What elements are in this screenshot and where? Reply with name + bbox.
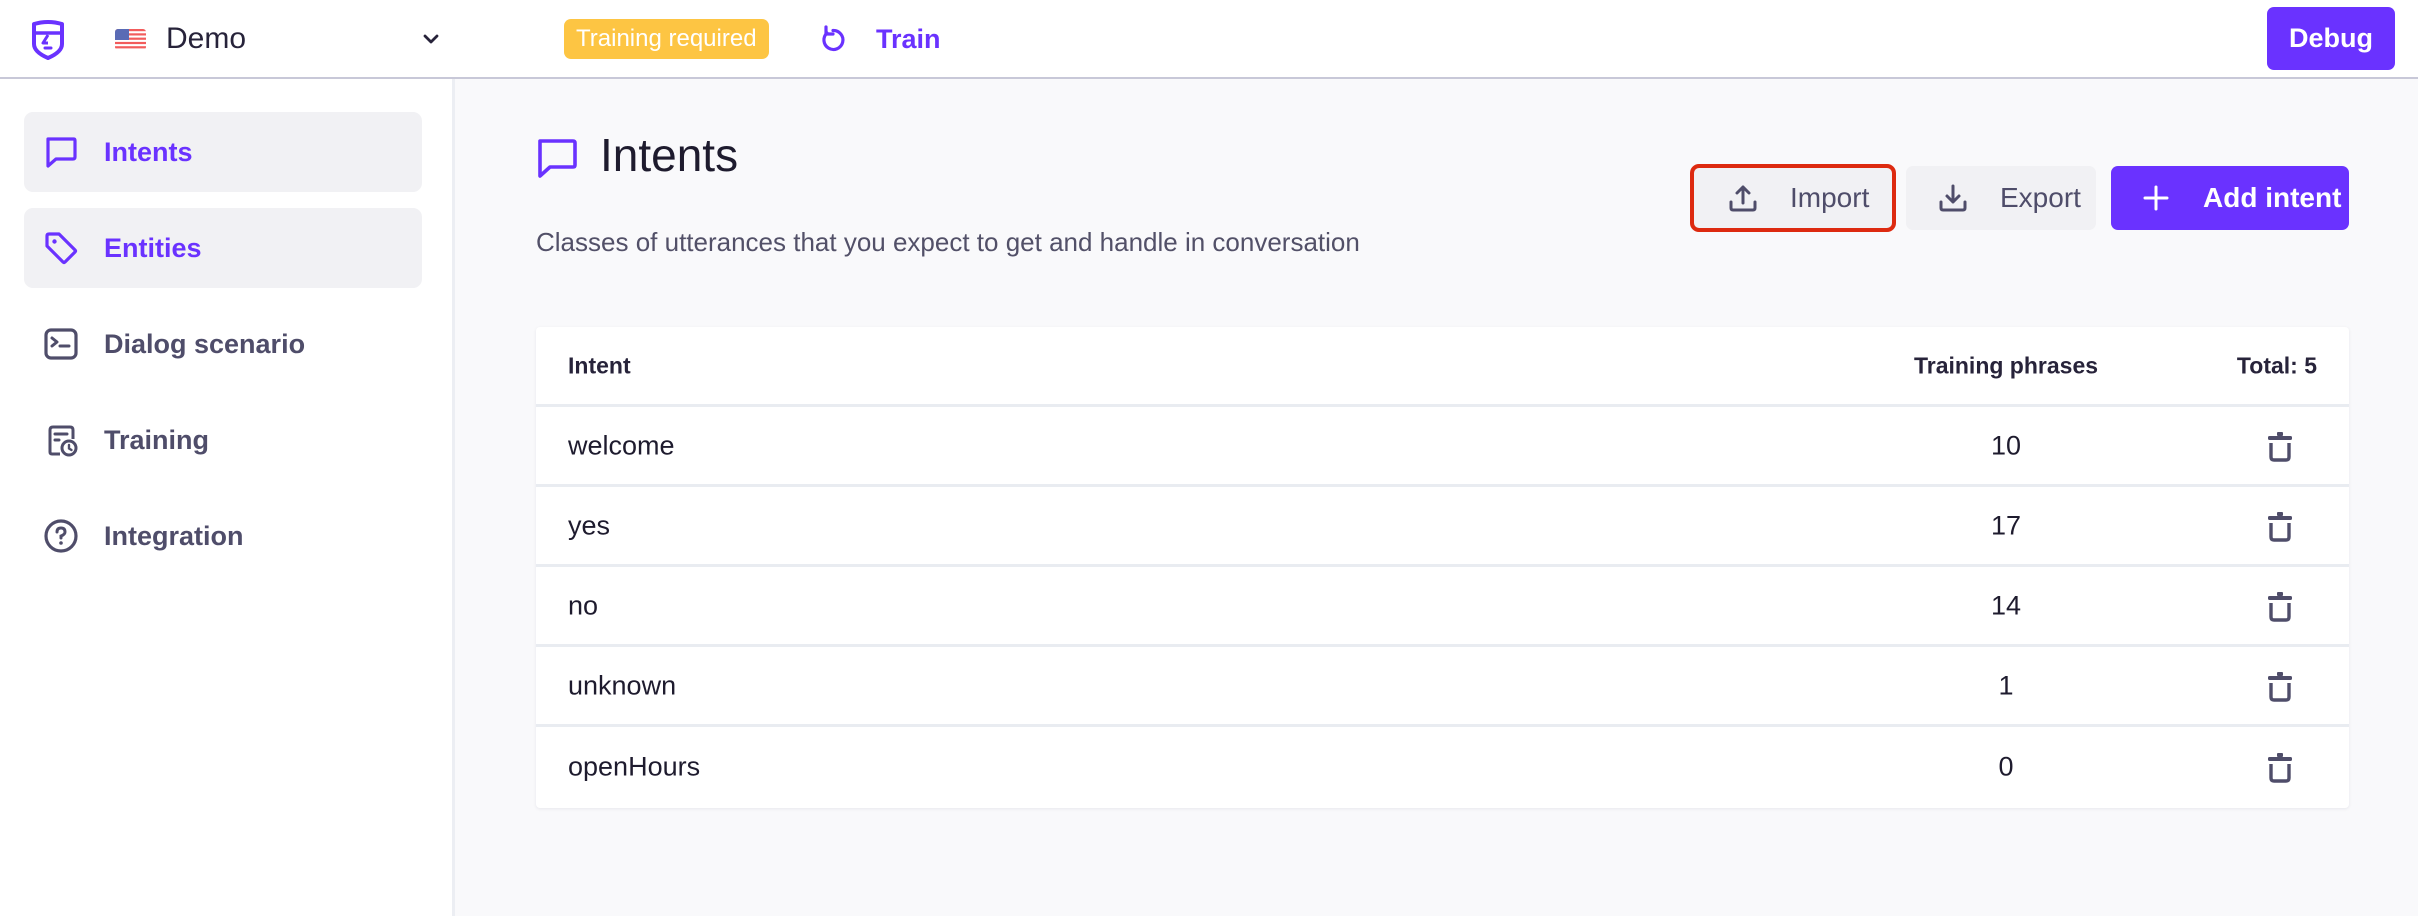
table-row[interactable]: unknown 1 [536, 647, 2349, 727]
chat-bubble-icon [538, 139, 577, 178]
training-phrases-count: 14 [1990, 590, 2022, 620]
us-flag-icon [115, 28, 146, 50]
sidebar-item-intents[interactable]: Intents [24, 112, 422, 192]
upload-icon [1729, 185, 1757, 212]
sidebar-item-entities[interactable]: Entities [24, 208, 422, 288]
column-header-intent[interactable]: Intent [568, 352, 631, 379]
download-icon [1939, 184, 1967, 212]
sidebar: Intents Entities Dialog scenario Trainin… [0, 79, 455, 916]
training-phrases-count: 0 [1998, 751, 2014, 782]
help-circle-icon [44, 519, 78, 553]
add-intent-button[interactable]: Add intent [2111, 166, 2349, 230]
training-phrases-count: 17 [1990, 510, 2022, 540]
schedule-list-icon [48, 425, 78, 457]
refresh-icon [822, 25, 845, 52]
sidebar-item-integration[interactable]: Integration [24, 496, 422, 576]
export-button[interactable]: Export [1906, 166, 2096, 230]
terminal-icon [44, 328, 78, 360]
intent-name[interactable]: yes [568, 510, 610, 541]
project-selector[interactable]: Demo [115, 18, 445, 60]
training-phrases-count: 10 [1990, 430, 2022, 460]
sidebar-item-label: Dialog scenario [104, 328, 306, 359]
intent-name[interactable]: no [568, 590, 598, 621]
intent-name[interactable]: unknown [568, 670, 676, 701]
page-title: Intents [600, 129, 739, 181]
logo-icon[interactable] [30, 20, 66, 60]
training-required-badge: Training required [564, 19, 769, 59]
trash-icon[interactable] [2262, 588, 2298, 624]
training-phrases-count: 1 [1998, 670, 2014, 700]
intent-name[interactable]: openHours [568, 752, 700, 783]
sidebar-item-label: Training [104, 424, 210, 455]
intent-name[interactable]: welcome [568, 430, 675, 461]
plus-icon [2143, 185, 2169, 211]
sidebar-item-label: Entities [104, 232, 202, 263]
table-row[interactable]: openHours 0 [536, 727, 2349, 807]
debug-button[interactable]: Debug [2267, 7, 2395, 70]
import-label: Import [1790, 182, 1870, 213]
table-row[interactable]: yes 17 [536, 487, 2349, 567]
chevron-down-icon[interactable] [420, 28, 442, 50]
top-header: Demo Training required Train Debug [0, 0, 2418, 79]
project-name: Demo [166, 22, 247, 55]
train-button[interactable]: Train [818, 18, 941, 60]
trash-icon[interactable] [2262, 428, 2298, 464]
sidebar-item-dialog-scenario[interactable]: Dialog scenario [24, 304, 422, 384]
export-label: Export [2000, 182, 2081, 213]
page-subtitle: Classes of utterances that you expect to… [536, 227, 1360, 257]
sidebar-item-label: Intents [104, 136, 193, 167]
import-button[interactable]: Import [1690, 164, 1896, 232]
chat-bubble-icon [46, 137, 77, 168]
sidebar-item-training[interactable]: Training [24, 400, 422, 480]
table-header: Intent Training phrases Total: 5 [536, 327, 2349, 407]
table-row[interactable]: welcome 10 [536, 407, 2349, 487]
add-intent-label: Add intent [2203, 182, 2342, 213]
intents-table: Intent Training phrases Total: 5 welcome… [536, 327, 2349, 808]
train-label: Train [876, 23, 941, 54]
sidebar-item-label: Integration [104, 520, 244, 551]
trash-icon[interactable] [2262, 668, 2298, 704]
table-row[interactable]: no 14 [536, 567, 2349, 647]
total-count: Total: 5 [2236, 352, 2317, 378]
column-header-training-phrases[interactable]: Training phrases [1836, 352, 2176, 379]
trash-icon[interactable] [2262, 749, 2298, 785]
tag-icon [45, 232, 78, 265]
trash-icon[interactable] [2262, 508, 2298, 544]
